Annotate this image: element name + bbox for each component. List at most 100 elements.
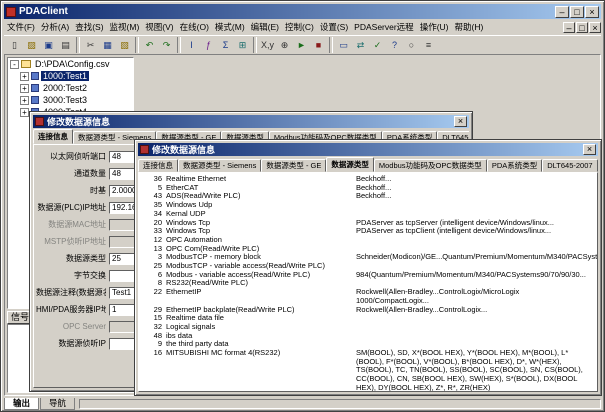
xy-coordinates-icon[interactable]: X,y [259, 37, 276, 53]
monitor-icon[interactable]: ▭ [335, 37, 352, 53]
menu-item[interactable]: 编辑(E) [248, 20, 282, 34]
save-icon[interactable]: ▣ [40, 37, 57, 53]
field-label: 数据源MAC地址 [36, 219, 106, 230]
folder-icon [21, 60, 31, 68]
clock-icon[interactable]: ○ [403, 37, 420, 53]
mdi-restore-button[interactable]: □ [576, 22, 588, 33]
protocol-row[interactable]: 6 Modbus - variable access(Read/Write PL… [142, 271, 594, 280]
separator[interactable] [177, 37, 181, 53]
print-icon[interactable]: ▤ [57, 37, 74, 53]
tree-expander-closed-icon[interactable]: + [20, 72, 29, 81]
protocol-name: OPC Com(Read/Write PLC) [166, 245, 356, 254]
protocol-row[interactable]: 16 MITSUBISHI MC format 4(RS232) SM(BOOL… [142, 349, 594, 392]
menu-item[interactable]: 在线(O) [177, 20, 212, 34]
dialog-tab[interactable]: 连接信息 [138, 159, 178, 172]
dialog-tab[interactable]: 数据源类型 [326, 157, 374, 172]
info-icon[interactable]: I [183, 37, 200, 53]
protocol-row[interactable]: 32 Logical signals [142, 323, 594, 332]
dialog-titlebar[interactable]: 修改数据源信息 × [33, 115, 469, 128]
protocol-row[interactable]: 33 Windows Tcp PDAServer as tcpClient (i… [142, 227, 594, 236]
check-icon[interactable]: ✓ [369, 37, 386, 53]
menu-item[interactable]: 视图(V) [142, 20, 176, 34]
new-file-icon[interactable]: ▯ [6, 37, 23, 53]
menu-item[interactable]: PDAServer远程 [351, 20, 417, 34]
tree-item[interactable]: + 3000:Test3 [8, 94, 133, 106]
function-icon[interactable]: ƒ [200, 37, 217, 53]
menu-item[interactable]: 分析(A) [38, 20, 72, 34]
tree-expander-open-icon[interactable]: - [10, 60, 19, 69]
zoom-icon[interactable]: ⊕ [276, 37, 293, 53]
tree-item-label[interactable]: 2000:Test2 [41, 83, 89, 93]
protocol-row[interactable]: 12 OPC Automation [142, 236, 594, 245]
dialog-icon [35, 117, 44, 126]
open-folder-icon[interactable]: ▨ [23, 37, 40, 53]
tree-item-label[interactable]: 1000:Test1 [41, 71, 89, 81]
menu-item[interactable]: 帮助(H) [452, 20, 487, 34]
protocol-description: Rockwell(Allen-Bradley...ControlLogix... [356, 306, 594, 315]
protocol-name: Modbus - variable access(Read/Write PLC) [166, 271, 356, 280]
tree-item[interactable]: + 2000:Test2 [8, 82, 133, 94]
tree-expander-closed-icon[interactable]: + [20, 84, 29, 93]
grid-icon[interactable]: ⊞ [234, 37, 251, 53]
tree-expander-closed-icon[interactable]: + [20, 96, 29, 105]
tree-expander-closed-icon[interactable]: + [20, 108, 29, 117]
dialog-close-button[interactable]: × [583, 144, 596, 155]
tree-root-label[interactable]: D:\PDA\Config.csv [33, 59, 112, 69]
separator[interactable] [329, 37, 333, 53]
mdi-close-button[interactable]: × [589, 22, 601, 33]
menu-item[interactable]: 操作(U) [417, 20, 452, 34]
play-icon[interactable]: ► [293, 37, 310, 53]
undo-icon[interactable]: ↶ [141, 37, 158, 53]
field-label: 通道数量 [36, 168, 106, 179]
app-icon [6, 7, 16, 17]
menu-item[interactable]: 文件(F) [4, 20, 38, 34]
dialog-title: 修改数据源信息 [152, 143, 583, 156]
bottom-tab[interactable]: 输出 [4, 398, 39, 410]
dialog-titlebar[interactable]: 修改数据源信息 × [138, 143, 598, 156]
menu-item[interactable]: 设置(S) [317, 20, 351, 34]
tree-item-label[interactable]: 3000:Test3 [41, 95, 89, 105]
protocol-description [356, 236, 594, 245]
protocol-description [356, 201, 594, 210]
titlebar[interactable]: PDAClient – □ × [4, 4, 601, 19]
protocol-row[interactable]: 43 ADS(Read/Write PLC) Beckhoff... [142, 192, 594, 201]
protocol-row[interactable]: 3 ModbusTCP - memory block Schneider(Mod… [142, 253, 594, 262]
dialog-tab[interactable]: Modbus功能码及OPC数据类型 [374, 159, 487, 172]
paste-icon[interactable]: ▧ [116, 37, 133, 53]
bottom-tab[interactable]: 导航 [40, 398, 75, 410]
dialog-tab[interactable]: 连接信息 [33, 129, 73, 144]
protocol-row[interactable]: 29 EthernetIP backplate(Read/Write PLC) … [142, 306, 594, 315]
protocol-row[interactable]: 22 EthernetIP Rockwell(Allen-Bradley...C… [142, 288, 594, 305]
copy-icon[interactable]: ▦ [99, 37, 116, 53]
minimize-button[interactable]: – [555, 6, 569, 18]
menu-item[interactable]: 控制(C) [282, 20, 317, 34]
separator[interactable] [253, 37, 257, 53]
menu-item[interactable]: 模式(M) [212, 20, 248, 34]
maximize-button[interactable]: □ [570, 6, 584, 18]
dialog-tab[interactable]: DLT645-2007 [542, 159, 597, 172]
mdi-minimize-button[interactable]: – [563, 22, 575, 33]
help-icon[interactable]: ? [386, 37, 403, 53]
redo-icon[interactable]: ↷ [158, 37, 175, 53]
sigma-icon[interactable]: Σ [217, 37, 234, 53]
menu-item[interactable]: 查找(S) [72, 20, 106, 34]
dialog-close-button[interactable]: × [454, 116, 467, 127]
cut-icon[interactable]: ✂ [82, 37, 99, 53]
protocol-row[interactable]: 15 Realtime data file [142, 314, 594, 323]
protocol-row[interactable]: 35 Windows Udp [142, 201, 594, 210]
separator[interactable] [135, 37, 139, 53]
dialog-tab[interactable]: 数据源类型 - GE [261, 159, 326, 172]
tree-item[interactable]: + 1000:Test1 [8, 70, 133, 82]
tree-root[interactable]: - D:\PDA\Config.csv [8, 58, 133, 70]
field-label: 时基 [36, 185, 106, 196]
menu-item[interactable]: 监视(M) [107, 20, 143, 34]
dialog-tab[interactable]: PDA系统类型 [487, 159, 542, 172]
protocol-row[interactable]: 48 ibs data [142, 332, 594, 341]
list-icon[interactable]: ≡ [420, 37, 437, 53]
dialog-tab[interactable]: 数据源类型 - Siemens [178, 159, 261, 172]
link-icon[interactable]: ⇄ [352, 37, 369, 53]
stop-icon[interactable]: ■ [310, 37, 327, 53]
protocol-number: 16 [142, 349, 162, 392]
close-button[interactable]: × [585, 6, 599, 18]
separator[interactable] [76, 37, 80, 53]
